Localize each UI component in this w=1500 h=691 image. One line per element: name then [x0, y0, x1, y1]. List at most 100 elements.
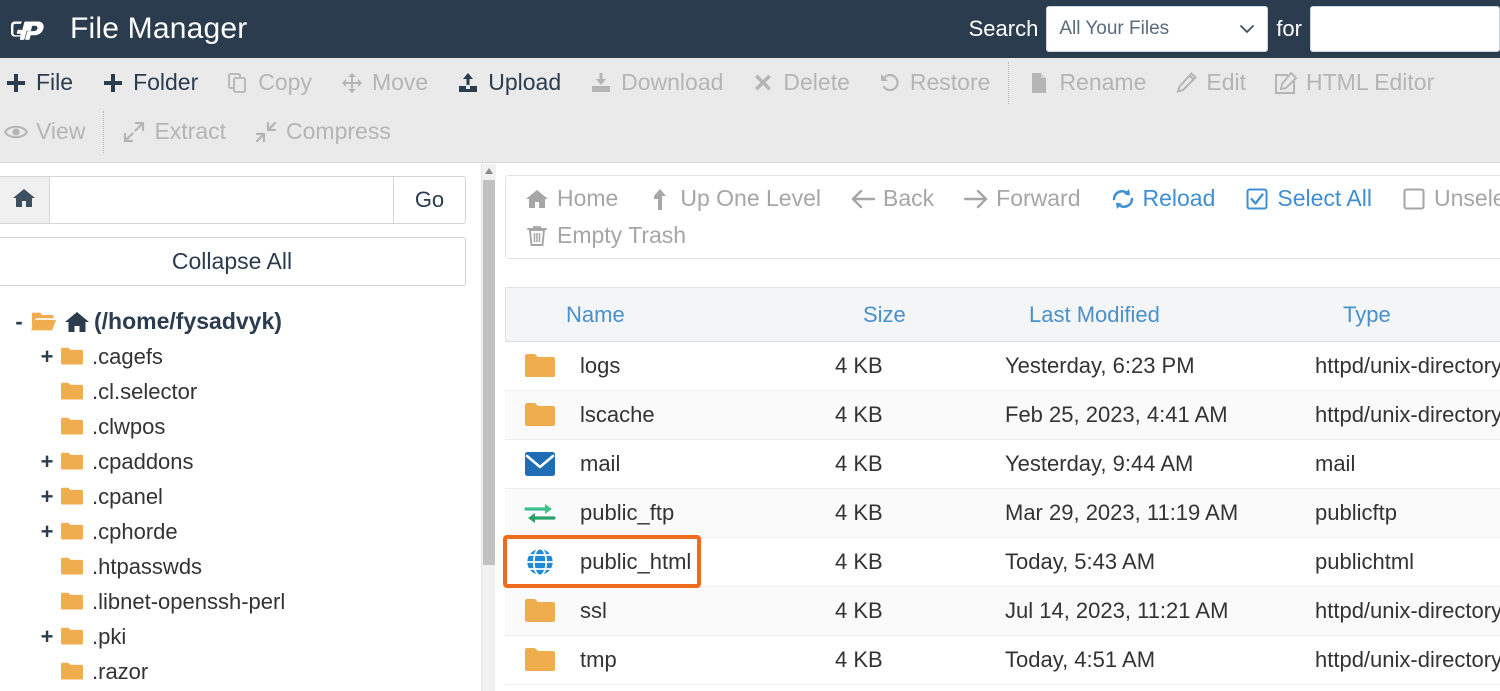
folder-icon: [58, 626, 86, 648]
nav-unselect-all-label: Unselect All: [1434, 185, 1500, 212]
column-header-name[interactable]: Name: [506, 302, 836, 328]
tree-node-clwpos[interactable]: .clwpos: [0, 409, 481, 444]
html-editor-button[interactable]: HTML Editor: [1260, 58, 1448, 107]
tree-node-libnet-openssh-perl[interactable]: .libnet-openssh-perl: [0, 584, 481, 619]
file-name-label: ssl: [580, 598, 607, 624]
table-row[interactable]: public_html4 KBToday, 5:43 AMpublichtml: [505, 538, 1500, 587]
cell-name[interactable]: public_html: [505, 547, 835, 577]
nav-unselect-all-button[interactable]: Unselect All: [1387, 180, 1500, 217]
cell-name[interactable]: logs: [505, 351, 835, 381]
cell-name[interactable]: public_ftp: [505, 498, 835, 528]
tree-expand-icon[interactable]: +: [36, 346, 58, 368]
upload-button[interactable]: Upload: [442, 58, 575, 107]
tree-node-cpanel[interactable]: +.cpanel: [0, 479, 481, 514]
cell-last-modified: Mar 29, 2023, 11:19 AM: [1005, 500, 1315, 526]
tree-node-label: .cphorde: [92, 519, 178, 545]
toolbar-row-secondary: View Extract C: [0, 107, 1500, 156]
cell-size-text: 4 KB: [835, 402, 883, 427]
download-icon: [589, 71, 613, 95]
column-header-type[interactable]: Type: [1316, 302, 1500, 328]
tree-node-home-fysadvyk[interactable]: -(/home/fysadvyk): [0, 304, 481, 339]
cell-size: 4 KB: [835, 451, 1005, 477]
extract-button[interactable]: Extract: [108, 107, 240, 156]
column-header-size[interactable]: Size: [836, 302, 1006, 328]
nav-select-all-button[interactable]: Select All: [1230, 180, 1387, 217]
move-button[interactable]: Move: [326, 58, 442, 107]
column-header-last-modified[interactable]: Last Modified: [1006, 302, 1316, 328]
checkbox-empty-icon: [1402, 187, 1426, 211]
search-scope-select[interactable]: All Your Files: [1046, 6, 1268, 52]
scrollbar-thumb[interactable]: [483, 180, 495, 565]
tree-expand-icon[interactable]: +: [36, 486, 58, 508]
search-scope-value: All Your Files: [1059, 18, 1169, 40]
path-navigation-bar: Go: [0, 176, 466, 224]
folder-icon: [522, 400, 558, 430]
tree-node-cl-selector[interactable]: .cl.selector: [0, 374, 481, 409]
tree-expand-icon[interactable]: +: [36, 521, 58, 543]
tree-collapse-icon[interactable]: -: [8, 311, 30, 333]
table-row[interactable]: mail4 KBYesterday, 9:44 AMmail: [505, 440, 1500, 489]
nav-home-label: Home: [557, 185, 618, 212]
nav-forward-button[interactable]: Forward: [949, 180, 1095, 217]
delete-button[interactable]: Delete: [737, 58, 863, 107]
file-name-label: public_ftp: [580, 500, 674, 526]
folder-icon: [58, 346, 86, 368]
download-button[interactable]: Download: [575, 58, 737, 107]
home-icon: [525, 187, 549, 211]
nav-back-button[interactable]: Back: [836, 180, 949, 217]
cell-name[interactable]: tmp: [505, 645, 835, 675]
arrow-right-icon: [964, 187, 988, 211]
view-button[interactable]: View: [0, 107, 99, 156]
checkbox-checked-icon: [1245, 187, 1269, 211]
nav-up-one-level-button[interactable]: Up One Level: [633, 180, 836, 217]
cell-type: httpd/unix-directory: [1315, 353, 1500, 379]
upload-label: Upload: [488, 69, 561, 96]
file-navigation-bar: Home Up One Level: [505, 175, 1500, 259]
new-file-button[interactable]: File: [0, 58, 87, 107]
tree-node-cphorde[interactable]: + .cphorde: [0, 514, 481, 549]
tree-node-razor[interactable]: .razor: [0, 654, 481, 689]
collapse-all-button[interactable]: Collapse All: [0, 237, 466, 286]
nav-select-all-label: Select All: [1277, 185, 1372, 212]
cell-last-modified: Feb 25, 2023, 4:41 AM: [1005, 402, 1315, 428]
file-table-header: Name Size Last Modified Type: [505, 287, 1500, 342]
compress-button[interactable]: Compress: [240, 107, 405, 156]
scrollbar-up-arrow-icon[interactable]: [482, 164, 496, 178]
table-row[interactable]: lscache4 KBFeb 25, 2023, 4:41 AMhttpd/un…: [505, 391, 1500, 440]
table-row[interactable]: tmp4 KBToday, 4:51 AMhttpd/unix-director…: [505, 636, 1500, 685]
cell-last-modified: Jul 14, 2023, 11:21 AM: [1005, 598, 1315, 624]
table-row[interactable]: logs4 KBYesterday, 6:23 PMhttpd/unix-dir…: [505, 342, 1500, 391]
path-home-button[interactable]: [0, 176, 50, 224]
path-input[interactable]: [50, 176, 394, 224]
sidebar-scrollbar[interactable]: [481, 164, 495, 691]
nav-empty-trash-button[interactable]: Empty Trash: [510, 217, 701, 254]
rename-button[interactable]: Rename: [1013, 58, 1160, 107]
path-go-button[interactable]: Go: [394, 176, 466, 224]
edit-button[interactable]: Edit: [1160, 58, 1260, 107]
search-input[interactable]: [1310, 6, 1500, 52]
edit-label: Edit: [1206, 69, 1246, 96]
table-row[interactable]: public_ftp4 KBMar 29, 2023, 11:19 AMpubl…: [505, 489, 1500, 538]
cell-name[interactable]: mail: [505, 449, 835, 479]
cell-name[interactable]: ssl: [505, 596, 835, 626]
tree-expand-icon[interactable]: +: [36, 626, 58, 648]
compress-label: Compress: [286, 118, 391, 145]
nav-home-button[interactable]: Home: [510, 180, 633, 217]
delete-label: Delete: [783, 69, 849, 96]
table-row[interactable]: ssl4 KBJul 14, 2023, 11:21 AMhttpd/unix-…: [505, 587, 1500, 636]
tree-node-cpaddons[interactable]: +.cpaddons: [0, 444, 481, 479]
tree-spacer: [36, 661, 58, 683]
tree-expand-icon[interactable]: +: [36, 451, 58, 473]
toolbar-row-primary: File Folder Copy: [0, 58, 1500, 107]
tree-node-htpasswds[interactable]: .htpasswds: [0, 549, 481, 584]
copy-button[interactable]: Copy: [212, 58, 326, 107]
folder-icon: [522, 596, 558, 626]
cell-name[interactable]: lscache: [505, 400, 835, 430]
download-label: Download: [621, 69, 723, 96]
restore-button[interactable]: Restore: [864, 58, 1005, 107]
new-folder-button[interactable]: Folder: [87, 58, 212, 107]
tree-node-pki[interactable]: +.pki: [0, 619, 481, 654]
tree-node-cagefs[interactable]: +.cagefs: [0, 339, 481, 374]
nav-reload-button[interactable]: Reload: [1096, 180, 1231, 217]
globe-icon: [522, 547, 558, 577]
